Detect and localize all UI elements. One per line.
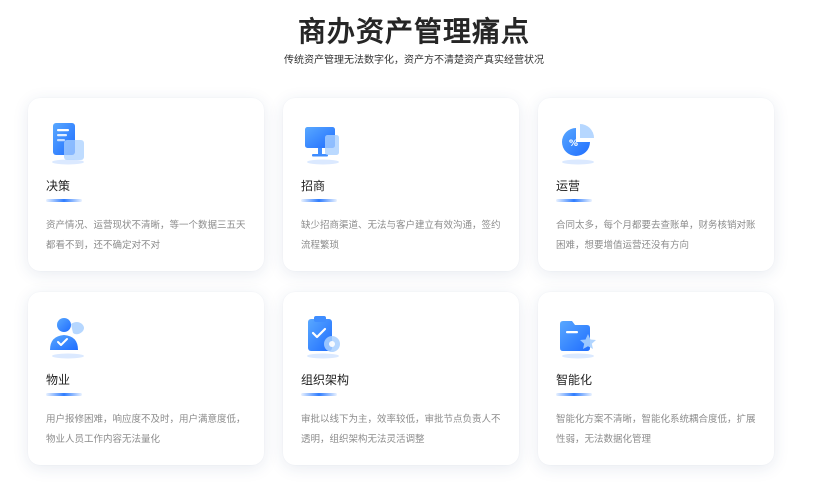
card-leasing: 招商 缺少招商渠道、无法与客户建立有效沟通，签约流程繁琐 bbox=[283, 98, 519, 271]
card-title: 运营 bbox=[556, 179, 581, 193]
card-description: 审批以线下为主，效率较低，审批节点负责人不透明，组织架构无法灵活调整 bbox=[301, 414, 501, 445]
page-title: 商办资产管理痛点 bbox=[297, 15, 530, 48]
card-description: 资产情况、运营现状不清晰，等一个数据三五天都看不到，还不确定对不对 bbox=[46, 220, 246, 251]
title-underline bbox=[301, 393, 337, 396]
card-organization: 组织架构 审批以线下为主，效率较低，审批节点负责人不透明，组织架构无法灵活调整 bbox=[283, 292, 519, 465]
document-icon bbox=[44, 118, 92, 166]
folder-icon bbox=[554, 312, 602, 360]
card-title: 招商 bbox=[301, 179, 326, 193]
page-subtitle: 传统资产管理无法数字化，资产方不清楚资产真实经营状况 bbox=[284, 55, 544, 66]
pie-chart-icon: % bbox=[554, 118, 602, 166]
card-property: 物业 用户报修困难，响应度不及时，用户满意度低，物业人员工作内容无法量化 bbox=[28, 292, 264, 465]
card-description: 智能化方案不清晰，智能化系统耦合度低，扩展性弱，无法数据化管理 bbox=[556, 414, 756, 445]
clipboard-icon bbox=[299, 312, 347, 360]
title-underline bbox=[556, 393, 592, 396]
card-description: 缺少招商渠道、无法与客户建立有效沟通，签约流程繁琐 bbox=[301, 220, 501, 251]
user-icon bbox=[44, 312, 92, 360]
card-decision: 决策 资产情况、运营现状不清晰，等一个数据三五天都看不到，还不确定对不对 bbox=[28, 98, 264, 271]
card-description: 用户报修困难，响应度不及时，用户满意度低，物业人员工作内容无法量化 bbox=[46, 414, 246, 445]
monitor-icon bbox=[299, 118, 347, 166]
title-underline bbox=[301, 199, 337, 202]
card-operation: % 运营 合同太多，每个月都要去查账单，财务核销对账困难，想要增值运营还没有方向 bbox=[538, 98, 774, 271]
card-description: 合同太多，每个月都要去查账单，财务核销对账困难，想要增值运营还没有方向 bbox=[556, 220, 756, 251]
title-underline bbox=[46, 199, 82, 202]
title-underline bbox=[46, 393, 82, 396]
card-title: 组织架构 bbox=[301, 373, 350, 387]
card-intelligence: 智能化 智能化方案不清晰，智能化系统耦合度低，扩展性弱，无法数据化管理 bbox=[538, 292, 774, 465]
card-title: 物业 bbox=[46, 373, 71, 387]
card-title: 决策 bbox=[46, 179, 71, 193]
card-title: 智能化 bbox=[556, 373, 593, 387]
title-underline bbox=[556, 199, 592, 202]
svg-text:%: % bbox=[569, 139, 578, 149]
page: 商办资产管理痛点 传统资产管理无法数字化，资产方不清楚资产真实经营状况 决策 资… bbox=[0, 0, 828, 482]
